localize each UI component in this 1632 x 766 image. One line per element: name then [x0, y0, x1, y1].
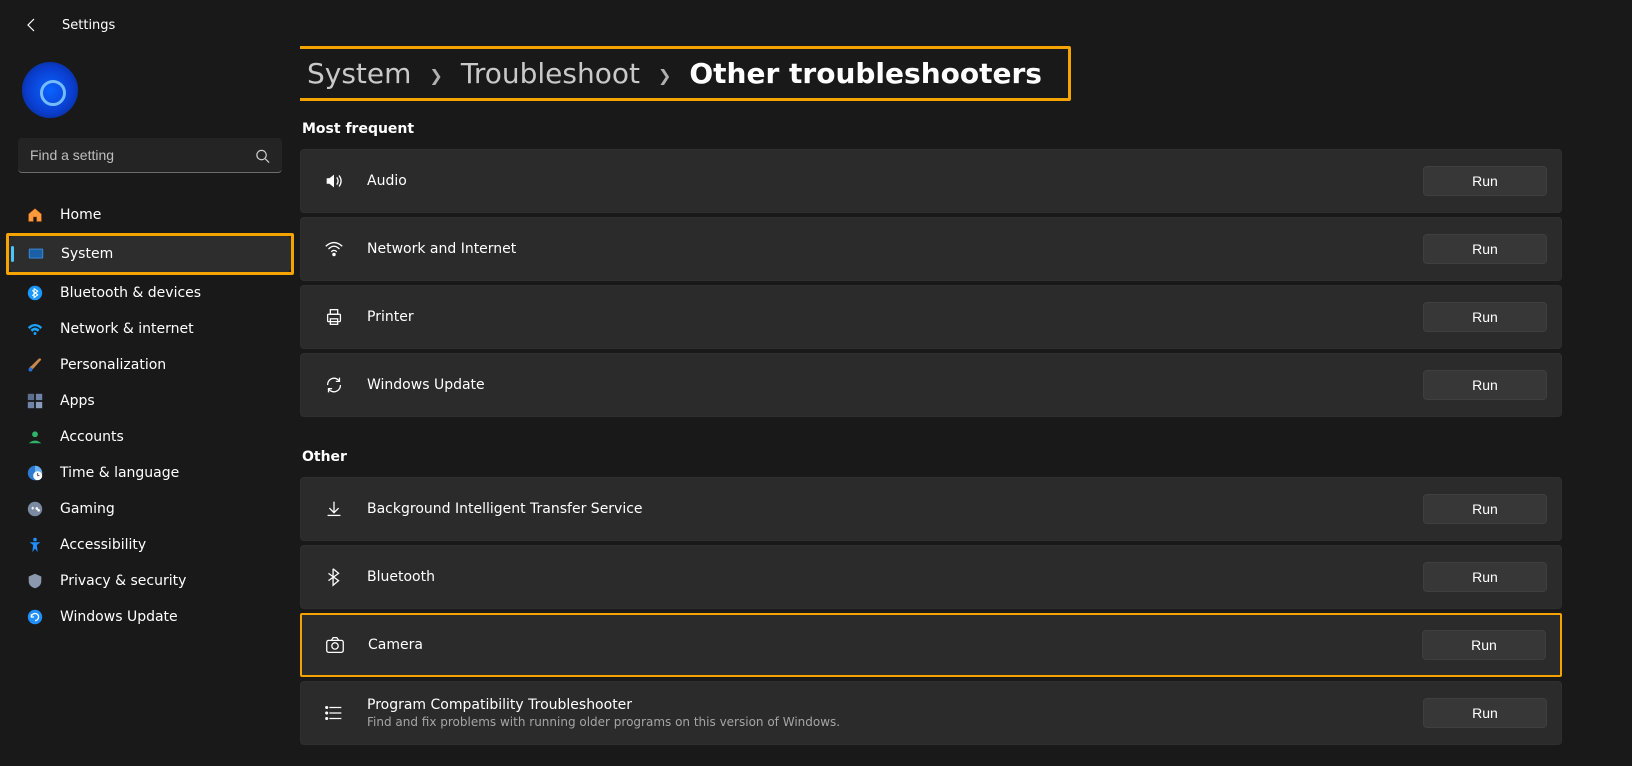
highlight-system: System [6, 233, 294, 275]
wifi-signal-icon [323, 238, 345, 260]
run-button[interactable]: Run [1423, 370, 1547, 400]
titlebar: Settings [0, 0, 1632, 46]
search-input[interactable] [18, 138, 282, 173]
apps-icon [26, 392, 44, 410]
card-title: Audio [367, 173, 1423, 189]
brush-icon [26, 356, 44, 374]
other-list: Background Intelligent Transfer Service … [300, 477, 1562, 745]
run-button[interactable]: Run [1423, 494, 1547, 524]
system-icon [27, 245, 45, 263]
troubleshooter-windows-update: Windows Update Run [300, 353, 1562, 417]
sidebar-item-accounts[interactable]: Accounts [8, 419, 292, 455]
troubleshooter-bluetooth: Bluetooth Run [300, 545, 1562, 609]
troubleshooter-printer: Printer Run [300, 285, 1562, 349]
run-button[interactable]: Run [1422, 630, 1546, 660]
sidebar-item-time-language[interactable]: Time & language [8, 455, 292, 491]
breadcrumb: System ❯ Troubleshoot ❯ Other troublesho… [305, 49, 1060, 98]
sidebar-item-apps[interactable]: Apps [8, 383, 292, 419]
troubleshooter-camera: Camera Run [300, 613, 1562, 677]
camera-icon [324, 634, 346, 656]
list-icon [323, 702, 345, 724]
printer-icon [323, 306, 345, 328]
home-icon [26, 206, 44, 224]
card-title: Camera [368, 637, 1422, 653]
run-button[interactable]: Run [1423, 166, 1547, 196]
app-title: Settings [62, 18, 115, 33]
clock-globe-icon [26, 464, 44, 482]
sidebar: Home System Bluetooth & devices [0, 46, 300, 766]
sidebar-item-label: Time & language [60, 465, 179, 481]
section-label-most-frequent: Most frequent [302, 121, 1562, 137]
update-icon [26, 608, 44, 626]
breadcrumb-system[interactable]: System [307, 57, 411, 90]
sidebar-item-label: Apps [60, 393, 95, 409]
sidebar-item-label: Gaming [60, 501, 115, 517]
run-button[interactable]: Run [1423, 302, 1547, 332]
sidebar-item-label: Bluetooth & devices [60, 285, 201, 301]
sidebar-item-label: Accounts [60, 429, 124, 445]
most-frequent-list: Audio Run Network and Internet Run Print… [300, 149, 1562, 417]
sidebar-item-network[interactable]: Network & internet [8, 311, 292, 347]
run-button[interactable]: Run [1423, 562, 1547, 592]
sidebar-item-privacy[interactable]: Privacy & security [8, 563, 292, 599]
troubleshooter-audio: Audio Run [300, 149, 1562, 213]
sidebar-item-label: Privacy & security [60, 573, 186, 589]
accessibility-icon [26, 536, 44, 554]
sidebar-item-windows-update[interactable]: Windows Update [8, 599, 292, 635]
card-title: Background Intelligent Transfer Service [367, 501, 1423, 517]
card-title: Network and Internet [367, 241, 1423, 257]
sidebar-item-label: Home [60, 207, 101, 223]
card-title: Program Compatibility Troubleshooter [367, 697, 1423, 713]
breadcrumb-highlight: System ❯ Troubleshoot ❯ Other troublesho… [300, 46, 1071, 101]
chevron-right-icon: ❯ [429, 66, 442, 85]
sidebar-item-personalization[interactable]: Personalization [8, 347, 292, 383]
shield-icon [26, 572, 44, 590]
search-wrap [18, 138, 282, 173]
back-button[interactable] [22, 15, 42, 35]
run-button[interactable]: Run [1423, 698, 1547, 728]
person-icon [26, 428, 44, 446]
sidebar-item-label: Windows Update [60, 609, 178, 625]
sidebar-item-home[interactable]: Home [8, 197, 292, 233]
run-button[interactable]: Run [1423, 234, 1547, 264]
sidebar-item-label: Personalization [60, 357, 166, 373]
sidebar-item-system[interactable]: System [9, 236, 291, 272]
sidebar-item-gaming[interactable]: Gaming [8, 491, 292, 527]
nav-list: Home System Bluetooth & devices [8, 197, 292, 635]
bluetooth-icon [26, 284, 44, 302]
download-icon [323, 498, 345, 520]
troubleshooter-network: Network and Internet Run [300, 217, 1562, 281]
card-title: Windows Update [367, 377, 1423, 393]
bluetooth-outline-icon [323, 566, 345, 588]
sidebar-item-bluetooth[interactable]: Bluetooth & devices [8, 275, 292, 311]
wifi-icon [26, 320, 44, 338]
card-title: Printer [367, 309, 1423, 325]
sidebar-item-label: Accessibility [60, 537, 146, 553]
breadcrumb-current: Other troubleshooters [689, 57, 1042, 90]
sidebar-item-label: System [61, 246, 113, 262]
card-subtitle: Find and fix problems with running older… [367, 715, 1423, 729]
sync-icon [323, 374, 345, 396]
sidebar-item-accessibility[interactable]: Accessibility [8, 527, 292, 563]
chevron-right-icon: ❯ [658, 66, 671, 85]
section-label-other: Other [302, 449, 1562, 465]
sidebar-item-label: Network & internet [60, 321, 194, 337]
breadcrumb-troubleshoot[interactable]: Troubleshoot [461, 57, 640, 90]
card-title: Bluetooth [367, 569, 1423, 585]
avatar[interactable] [22, 62, 78, 118]
troubleshooter-bits: Background Intelligent Transfer Service … [300, 477, 1562, 541]
main-content: System ❯ Troubleshoot ❯ Other troublesho… [300, 46, 1632, 766]
gaming-icon [26, 500, 44, 518]
troubleshooter-program-compat: Program Compatibility Troubleshooter Fin… [300, 681, 1562, 745]
speaker-icon [323, 170, 345, 192]
